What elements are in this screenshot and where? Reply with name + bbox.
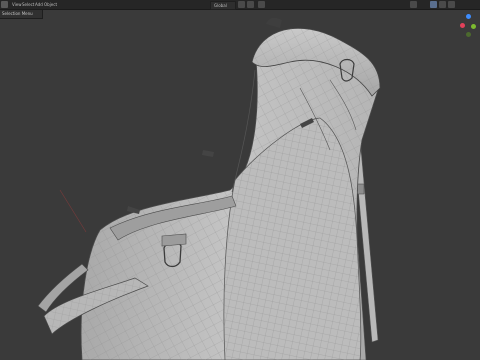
shading-solid-icon[interactable] (430, 1, 437, 8)
3d-viewport[interactable]: View Select Add Object Global Selection … (0, 0, 480, 360)
selection-subheader[interactable]: Selection Menu (0, 10, 43, 19)
model-scene[interactable] (0, 0, 480, 360)
snap-icon[interactable] (247, 1, 254, 8)
orientation-dropdown[interactable]: Global (210, 1, 236, 10)
gizmo-z-icon[interactable] (466, 14, 471, 19)
orientation-label: Global (214, 3, 227, 8)
shading-material-icon[interactable] (439, 1, 446, 8)
x-axis-line (59, 189, 87, 233)
editor-type-icon[interactable] (1, 1, 8, 8)
bag-body (80, 17, 381, 360)
selection-menu-label: Selection Menu (2, 11, 33, 16)
gizmo-neg-y-icon[interactable] (466, 32, 471, 37)
gizmo-x-icon[interactable] (460, 23, 465, 28)
overlay-icon[interactable] (410, 1, 417, 8)
shading-rendered-icon[interactable] (448, 1, 455, 8)
menu-view[interactable]: View (12, 0, 22, 9)
pivot-icon[interactable] (238, 1, 245, 8)
gizmo-y-icon[interactable] (471, 24, 476, 29)
proportional-edit-icon[interactable] (258, 1, 265, 8)
menu-add[interactable]: Add (35, 0, 43, 9)
menu-select[interactable]: Select (22, 0, 34, 9)
viewport-header: View Select Add Object Global (0, 0, 480, 10)
navigation-gizmo[interactable] (458, 14, 478, 38)
menu-object[interactable]: Object (44, 0, 57, 9)
